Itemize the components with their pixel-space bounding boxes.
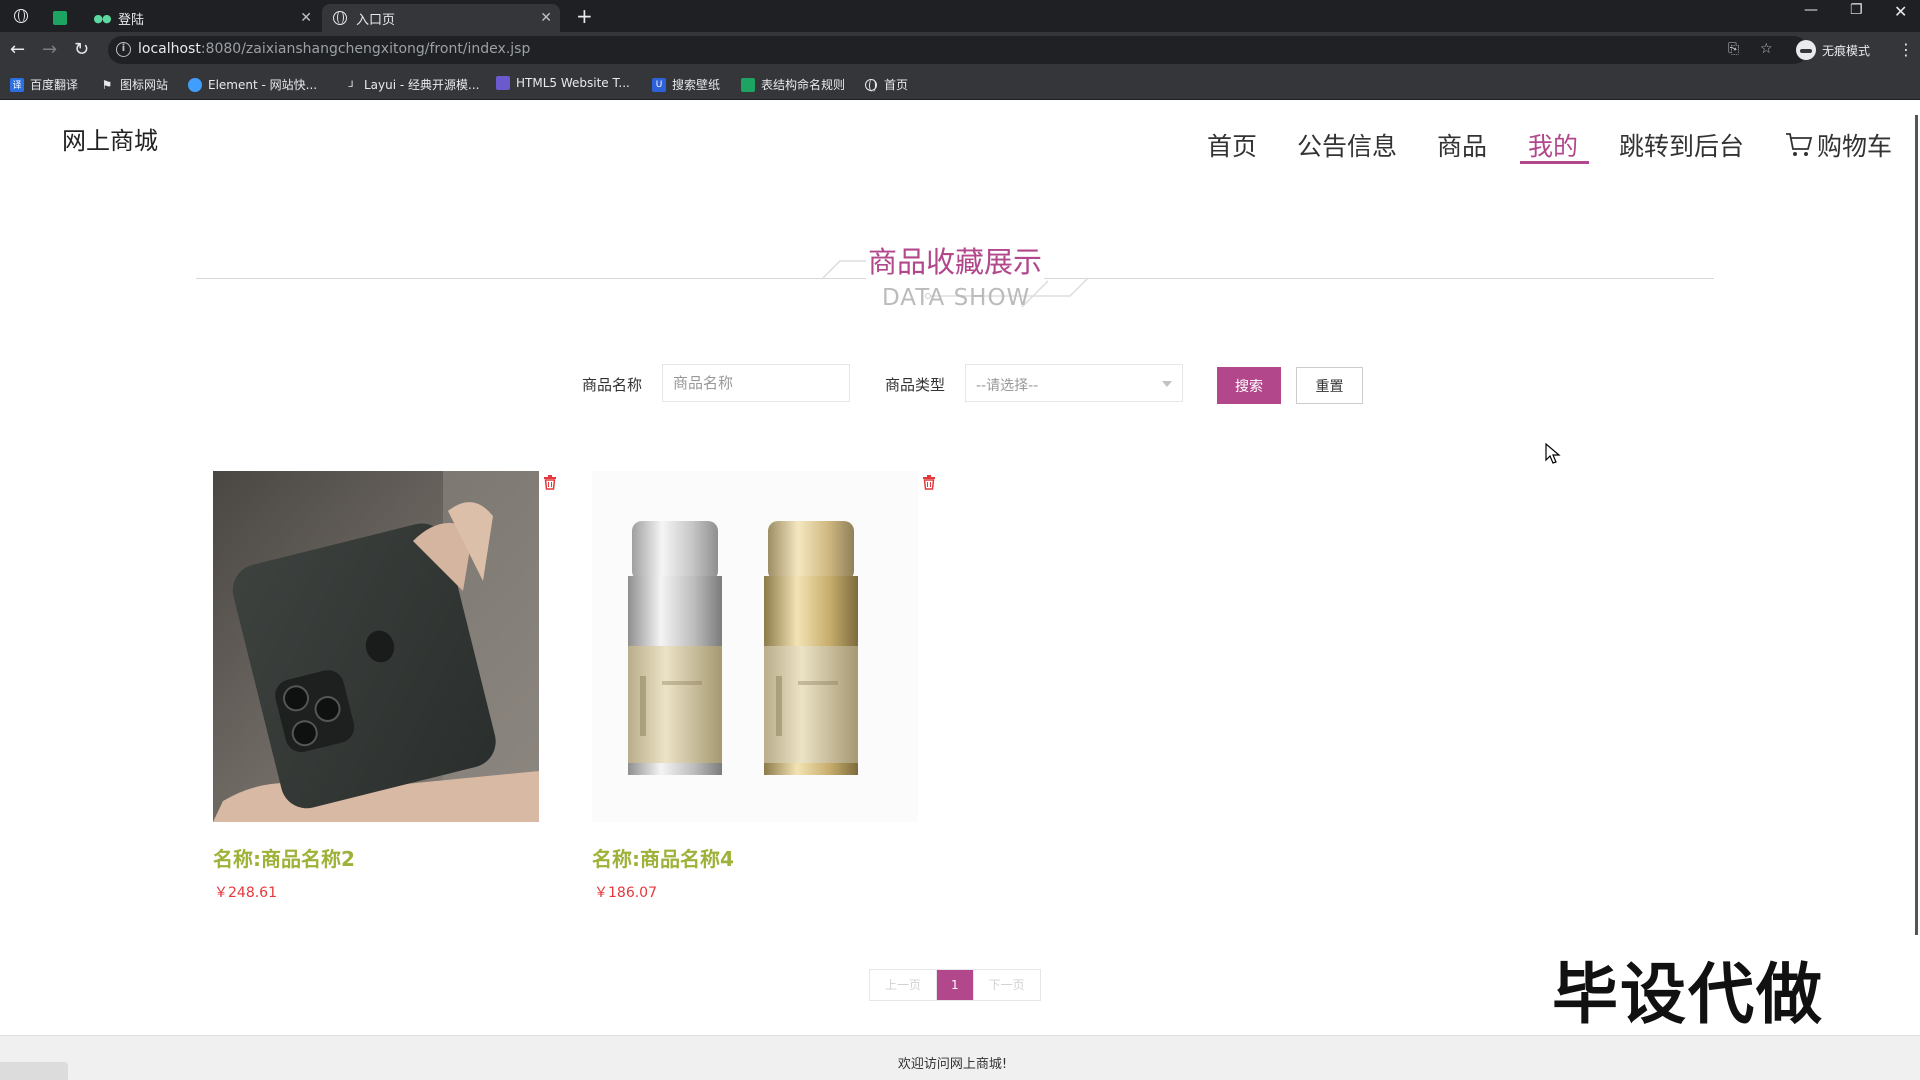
close-icon[interactable]: ✕ <box>300 10 312 26</box>
bookmark-item[interactable]: Element - 网站快... <box>188 76 317 93</box>
bookmark-label: 首页 <box>884 78 909 92</box>
bookmark-label: HTML5 Website T... <box>516 76 630 90</box>
url-path: :8080/zaixianshangchengxitong/front/inde… <box>200 41 531 57</box>
url-text[interactable]: localhost:8080/zaixianshangchengxitong/f… <box>138 41 530 57</box>
minimize-icon[interactable]: — <box>1804 2 1818 18</box>
forward-icon[interactable]: → <box>42 39 57 60</box>
delete-icon[interactable] <box>922 474 936 490</box>
product-name[interactable]: 名称:商品名称2 <box>213 843 355 872</box>
wallpaper-icon: U <box>652 77 666 92</box>
nav-active-underline <box>1520 161 1589 164</box>
product-image[interactable] <box>592 471 918 822</box>
flag-icon: ⚑ <box>101 77 113 92</box>
cosmetic-bottles-photo <box>592 471 918 822</box>
search-button[interactable]: 搜索 <box>1217 367 1281 404</box>
site-logo[interactable]: 网上商城 <box>62 121 158 156</box>
product-image[interactable] <box>213 471 539 822</box>
nav-cart[interactable]: 购物车 <box>1785 127 1892 163</box>
reload-icon[interactable]: ↻ <box>74 39 89 60</box>
pagination: 上一页 1 下一页 <box>869 969 1041 1001</box>
nav-announcements[interactable]: 公告信息 <box>1297 127 1397 163</box>
bookmark-label: Layui - 经典开源模... <box>364 78 480 92</box>
bookmarks-bar: 译百度翻译 ⚑ 图标网站 Element - 网站快... ⅃ Layui - 经典… <box>0 68 1920 100</box>
tab-label: 登陆 <box>118 12 145 28</box>
tab-label: 入口页 <box>356 12 396 28</box>
globe-icon <box>332 10 348 26</box>
green-sheet-icon <box>52 10 68 26</box>
page-number-button[interactable]: 1 <box>936 970 973 1000</box>
prev-page-button[interactable]: 上一页 <box>870 970 937 1000</box>
footer: 欢迎访问网上商城! <box>0 1035 1920 1080</box>
nav-admin[interactable]: 跳转到后台 <box>1619 127 1744 163</box>
tab-sheet[interactable] <box>42 4 82 32</box>
browser-menu-icon[interactable]: ⋮ <box>1898 40 1914 59</box>
scrollbar[interactable] <box>1915 115 1918 935</box>
name-input-box[interactable] <box>662 364 850 402</box>
green-sheet-icon <box>741 77 755 92</box>
footer-text: 欢迎访问网上商城! <box>897 1057 1008 1072</box>
browser-icon <box>14 8 28 27</box>
bookmark-item[interactable]: U 搜索壁纸 <box>652 76 720 93</box>
incognito-label: 无痕模式 <box>1822 43 1871 58</box>
tab-entry[interactable]: 入口页 ✕ <box>322 4 560 32</box>
nav-cart-label: 购物车 <box>1817 132 1893 161</box>
html5-icon <box>496 76 510 90</box>
product-name[interactable]: 名称:商品名称4 <box>592 843 734 872</box>
bookmark-label: Element - 网站快... <box>208 78 318 92</box>
status-bubble <box>0 1062 68 1080</box>
globe-icon <box>864 78 878 92</box>
omnibox[interactable]: i localhost:8080/zaixianshangchengxitong… <box>108 36 1808 64</box>
layui-icon: ⅃ <box>348 79 354 90</box>
bookmark-item[interactable]: 首页 <box>864 76 908 93</box>
bookmark-label: 表结构命名规则 <box>761 78 846 92</box>
bookmark-item[interactable]: 译百度翻译 <box>10 76 78 93</box>
bookmark-label: 搜索壁纸 <box>672 78 721 92</box>
new-tab-button[interactable]: + <box>576 4 593 28</box>
incognito-icon <box>1796 40 1816 60</box>
page: 网上商城 首页 公告信息 商品 我的 跳转到后台 购物车 商品收藏展示 DATA… <box>0 101 1920 1080</box>
name-input[interactable] <box>663 365 849 401</box>
next-page-button[interactable]: 下一页 <box>972 970 1040 1000</box>
section-title: 商品收藏展示 <box>866 239 1045 281</box>
phone-photo <box>213 471 539 822</box>
close-icon[interactable]: ✕ <box>540 10 552 26</box>
product-price: ￥186.07 <box>594 885 657 901</box>
bookmark-label: 百度翻译 <box>30 78 79 92</box>
bookmark-label: 图标网站 <box>120 78 169 92</box>
reset-button[interactable]: 重置 <box>1296 367 1363 404</box>
url-host: localhost <box>138 41 201 57</box>
product-price: ￥248.61 <box>214 885 277 901</box>
dots-icon: ●● <box>93 11 111 25</box>
browser-tab-strip: ●● 登陆 ✕ 入口页 ✕ + — ❐ ✕ <box>0 0 1920 32</box>
bookmark-item[interactable]: 表结构命名规则 <box>741 76 845 93</box>
mouse-cursor-icon <box>1545 443 1561 464</box>
bookmark-item[interactable]: HTML5 Website T... <box>496 76 630 90</box>
restore-icon[interactable]: ❐ <box>1850 2 1863 18</box>
chevron-down-icon <box>1162 381 1172 387</box>
bookmark-item[interactable]: ⅃ Layui - 经典开源模... <box>344 76 479 93</box>
translate-bookmark-icon: 译 <box>10 77 24 92</box>
tab-login[interactable]: ●● 登陆 ✕ <box>84 4 320 32</box>
section-subtitle: DATA SHOW <box>882 285 1031 311</box>
type-label: 商品类型 <box>885 376 946 394</box>
type-select-value: --请选择-- <box>976 378 1039 394</box>
close-window-icon[interactable]: ✕ <box>1894 2 1907 21</box>
back-icon[interactable]: ← <box>10 39 25 60</box>
nav-home[interactable]: 首页 <box>1207 127 1257 163</box>
incognito-indicator[interactable]: 无痕模式 <box>1796 40 1870 60</box>
type-select[interactable]: --请选择-- <box>965 364 1183 402</box>
translate-icon[interactable]: ⎘ <box>1728 41 1739 57</box>
address-bar-row: ← → ↻ i localhost:8080/zaixianshangcheng… <box>0 32 1920 68</box>
bookmark-star-icon[interactable]: ☆ <box>1760 41 1773 57</box>
info-icon[interactable]: i <box>116 42 131 57</box>
element-icon <box>188 77 202 92</box>
watermark-text: 毕设代做 <box>1552 956 1824 1033</box>
nav-mine[interactable]: 我的 <box>1528 127 1578 163</box>
cart-icon <box>1786 133 1813 156</box>
name-label: 商品名称 <box>582 376 643 394</box>
delete-icon[interactable] <box>543 474 557 490</box>
nav-products[interactable]: 商品 <box>1437 127 1487 163</box>
bookmark-item[interactable]: ⚑ 图标网站 <box>100 76 168 93</box>
